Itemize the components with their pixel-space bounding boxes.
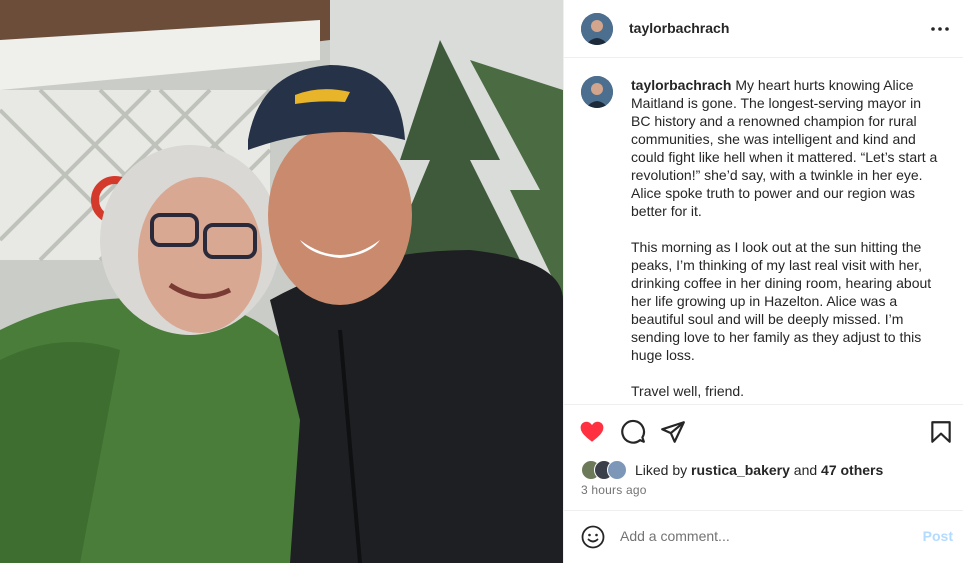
- caption-username[interactable]: taylorbachrach: [631, 77, 731, 93]
- caption-paragraph: taylorbachrach My heart hurts knowing Ali…: [631, 76, 941, 220]
- avatar-image: [581, 76, 613, 108]
- post-header: taylorbachrach: [564, 0, 963, 58]
- heart-filled-icon[interactable]: [579, 419, 605, 445]
- comment-input[interactable]: [620, 525, 910, 547]
- more-options-icon[interactable]: [930, 19, 950, 39]
- post-photo: [0, 0, 563, 563]
- caption-author-avatar[interactable]: [581, 76, 613, 108]
- liked-by-prefix: Liked by: [635, 462, 688, 478]
- post-comment-button[interactable]: Post: [923, 528, 953, 544]
- comment-bubble-icon[interactable]: [620, 419, 646, 445]
- liker-avatar: [607, 460, 627, 480]
- likes-summary: Liked by rustica_bakery and 47 others: [581, 460, 883, 480]
- author-username[interactable]: taylorbachrach: [629, 20, 729, 36]
- post-actions: Liked by rustica_bakery and 47 others 3 …: [564, 404, 963, 510]
- caption-area: taylorbachrach My heart hurts knowing Ali…: [564, 58, 963, 404]
- caption-paragraph: Travel well, friend.: [631, 383, 745, 399]
- photo-illustration: [0, 0, 563, 563]
- smiley-face-icon[interactable]: [581, 525, 605, 549]
- liked-by-user-link[interactable]: rustica_bakery: [691, 462, 790, 478]
- post-detail-panel: taylorbachrach taylorbachrach My heart hu…: [563, 0, 963, 563]
- caption-paragraph: This morning as I look out at the sun hi…: [631, 239, 932, 363]
- author-avatar[interactable]: [581, 13, 613, 45]
- post-caption: taylorbachrach My heart hurts knowing Ali…: [631, 76, 941, 404]
- post-timestamp[interactable]: 3 hours ago: [581, 483, 647, 497]
- paper-plane-icon[interactable]: [660, 419, 686, 445]
- liked-by-and: and: [793, 462, 818, 478]
- avatar-image: [581, 13, 613, 45]
- liker-avatars: [581, 460, 633, 480]
- caption-text: My heart hurts knowing Alice Maitland is…: [631, 77, 938, 219]
- comment-bar: Post: [564, 510, 963, 563]
- bookmark-icon[interactable]: [928, 419, 954, 445]
- likes-others-link[interactable]: 47 others: [821, 462, 883, 478]
